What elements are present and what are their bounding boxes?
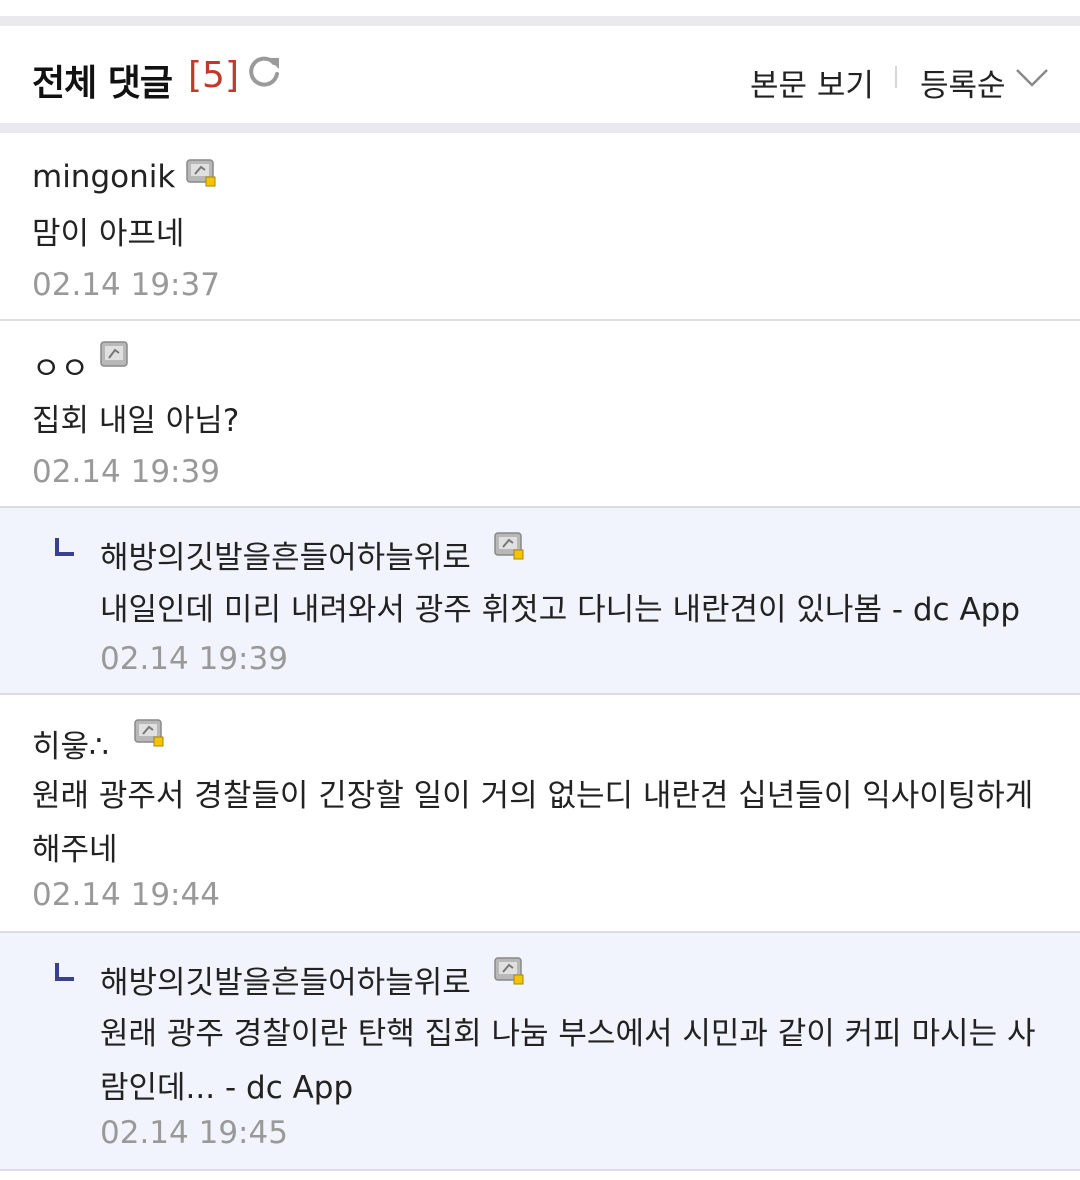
- view-post-button[interactable]: 본문 보기: [750, 60, 874, 105]
- reply-arrow-icon: [55, 963, 74, 981]
- user-badge-icon: [494, 532, 524, 560]
- comment-date: 02.14 19:39: [100, 641, 288, 677]
- user-badge-icon: [100, 341, 128, 367]
- comment-section-title: 전체 댓글: [32, 63, 173, 104]
- header-divider-bar: [0, 123, 1080, 133]
- reply-arrow-icon: [55, 538, 74, 556]
- reply-item: 해방의깃발을흔들어하늘위로 원래 광주 경찰이란 탄핵 집회 나눔 부스에서 시…: [0, 933, 1080, 1171]
- comment-item: mingonik 맘이 아프네 02.14 19:37: [0, 133, 1080, 321]
- comment-count: [5]: [188, 55, 239, 96]
- comment-date: 02.14 19:37: [32, 267, 220, 303]
- refresh-icon[interactable]: [244, 52, 284, 92]
- reply-item: 해방의깃발을흔들어하늘위로 내일인데 미리 내려와서 광주 휘젓고 다니는 내란…: [0, 508, 1080, 695]
- header-divider: [895, 66, 897, 88]
- comment-date: 02.14 19:44: [32, 877, 220, 913]
- comment-item: 히읗∴ 원래 광주서 경찰들이 긴장할 일이 거의 없는디 내란견 십년들이 익…: [0, 695, 1080, 933]
- comment-item: ㅇㅇ 집회 내일 아님? 02.14 19:39: [0, 321, 1080, 508]
- user-badge-icon: [134, 719, 164, 747]
- comment-text: 집회 내일 아님?: [32, 403, 240, 439]
- top-divider-bar: [0, 16, 1080, 26]
- comment-date: 02.14 19:45: [100, 1115, 288, 1151]
- comment-author[interactable]: 히읗∴: [32, 721, 109, 766]
- user-badge-icon: [186, 159, 216, 187]
- comment-header: 전체 댓글 [5] 본문 보기 등록순: [0, 26, 1080, 123]
- comment-text: 맘이 아프네: [32, 216, 185, 252]
- sort-order-button[interactable]: 등록순: [920, 60, 1006, 105]
- comment-text: 원래 광주 경찰이란 탄핵 집회 나눔 부스에서 시민과 같이 커피 마시는 사…: [100, 1016, 1036, 1106]
- user-badge-icon: [494, 957, 524, 985]
- comment-author[interactable]: ㅇㅇ: [32, 343, 89, 388]
- comment-author[interactable]: 해방의깃발을흔들어하늘위로: [100, 957, 471, 1002]
- comment-date: 02.14 19:39: [32, 454, 220, 490]
- comment-author[interactable]: 해방의깃발을흔들어하늘위로: [100, 532, 471, 577]
- comment-author[interactable]: mingonik: [32, 159, 175, 195]
- comment-text: 원래 광주서 경찰들이 긴장할 일이 거의 없는디 내란견 십년들이 익사이팅하…: [32, 778, 1034, 868]
- chevron-down-icon[interactable]: [1014, 66, 1050, 90]
- comment-text: 내일인데 미리 내려와서 광주 휘젓고 다니는 내란견이 있나봄 - dc Ap…: [100, 592, 1021, 628]
